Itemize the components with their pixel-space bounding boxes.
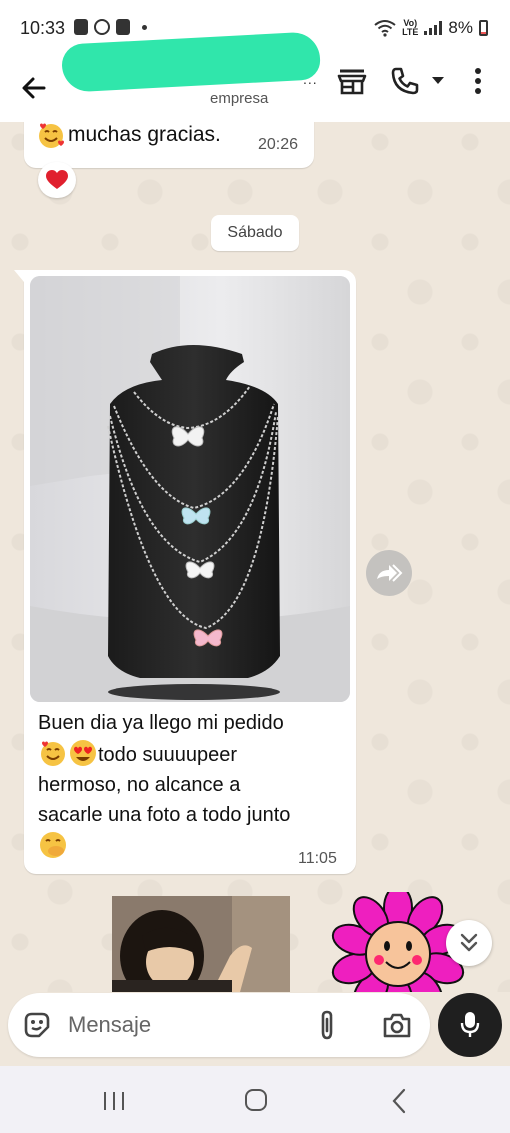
phone-icon[interactable]: [390, 66, 420, 96]
date-divider: Sábado: [211, 215, 299, 251]
scroll-to-bottom-button[interactable]: [446, 920, 492, 966]
forward-button[interactable]: [366, 550, 412, 596]
message-photo[interactable]: [30, 276, 350, 702]
recents-icon[interactable]: [102, 1090, 126, 1112]
message-bubble-image[interactable]: Buen dia ya llego mi pedido todo suuuupe…: [14, 270, 356, 874]
smiling-face-with-hearts-icon: [41, 741, 65, 766]
more-notifications-icon: [142, 24, 147, 30]
caption-line: Buen dia ya llego mi pedido: [38, 712, 284, 734]
back-arrow-icon[interactable]: [18, 72, 50, 104]
system-nav-bar: [0, 1066, 510, 1133]
battery-icon: [479, 20, 488, 36]
sticker-icon[interactable]: [22, 1010, 52, 1040]
message-timestamp: 20:26: [258, 136, 299, 153]
face-with-hand-over-mouth-icon: [40, 832, 66, 858]
caption-line: hermoso, no alcance a: [38, 774, 241, 796]
caption-line: sacarle una foto a todo junto: [38, 804, 291, 826]
nav-back-icon[interactable]: [390, 1088, 408, 1114]
signal-icon: [424, 21, 443, 35]
smiling-face-with-hearts-icon: [39, 123, 64, 148]
sticker-image[interactable]: [112, 896, 290, 992]
voice-record-button[interactable]: [438, 993, 502, 1057]
message-text: muchas gracias.: [68, 123, 221, 146]
chat-area[interactable]: muchas gracias. 20:26 Sábado Buen dia ya…: [0, 122, 510, 992]
message-bubble-incoming[interactable]: muchas gracias. 20:26: [24, 122, 314, 168]
double-chevron-down-icon: [460, 933, 478, 952]
camera-icon[interactable]: [382, 1011, 412, 1039]
message-caption: Buen dia ya llego mi pedido todo suuuupe…: [38, 708, 344, 862]
notification-icon: [74, 19, 88, 35]
waving-person-sticker: [112, 896, 290, 992]
message-timestamp: 11:05: [298, 850, 337, 867]
forward-icon: [377, 564, 403, 582]
more-vert-icon[interactable]: [472, 66, 484, 96]
heart-icon: [46, 170, 68, 189]
wifi-icon: [374, 20, 396, 37]
status-right: Vo) LTE 8%: [374, 18, 488, 38]
battery-percent: 8%: [448, 18, 473, 37]
volte-icon: Vo) LTE: [402, 18, 419, 37]
message-input-placeholder[interactable]: Mensaje: [68, 1012, 151, 1038]
caption-line-with-emoji: todo suuuupeer: [38, 738, 344, 770]
home-icon[interactable]: [244, 1088, 268, 1112]
store-icon[interactable]: [336, 68, 368, 96]
chevron-down-icon[interactable]: [431, 76, 445, 86]
necklace-photo-image: [30, 276, 350, 702]
mic-icon: [460, 1012, 480, 1037]
header-overflow-dots: ...: [303, 71, 318, 87]
caption-text: todo suuuupeer: [98, 744, 238, 766]
whatsapp-notification-icon: [94, 19, 110, 35]
message-text-row: muchas gracias.: [36, 122, 221, 150]
checkbox-notification-icon: [116, 19, 130, 35]
reaction-badge[interactable]: [38, 162, 76, 198]
attach-icon[interactable]: [316, 1009, 338, 1041]
status-time: 10:33: [20, 18, 66, 38]
message-input-bar[interactable]: Mensaje: [8, 993, 430, 1057]
status-notification-icons: [74, 19, 147, 35]
heart-eyes-icon: [70, 740, 96, 766]
contact-subtitle: empresa: [210, 90, 269, 107]
